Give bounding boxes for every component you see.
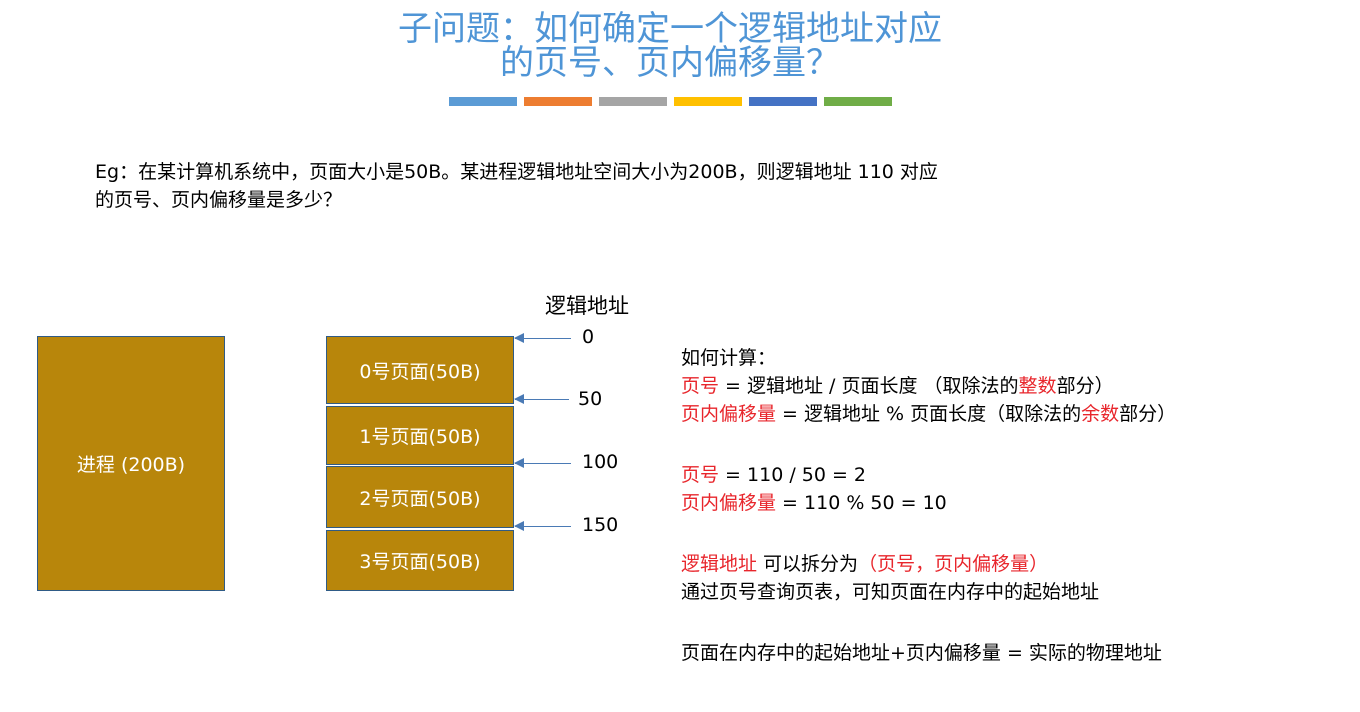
question-line-1: Eg：在某计算机系统中，页面大小是50B。某进程逻辑地址空间大小为200B，则逻… [95, 161, 938, 183]
address-tick-150: 150 [582, 514, 619, 536]
color-segment [524, 97, 592, 106]
calc-page-offset: 页内偏移量 = 110 % 50 = 10 [681, 489, 1176, 517]
title-color-bar [449, 97, 892, 106]
address-tick-50: 50 [578, 388, 603, 410]
explanation-heading: 如何计算： [681, 347, 777, 369]
color-segment [449, 97, 517, 106]
color-segment [599, 97, 667, 106]
term-page-offset: 页内偏移量 [681, 492, 777, 514]
formula-text: 部分） [1056, 375, 1114, 397]
color-segment [674, 97, 742, 106]
title-line-2: 的页号、页内偏移量？ [500, 43, 840, 83]
color-segment [824, 97, 892, 106]
physical-address-statement: 页面在内存中的起始地址+页内偏移量 = 实际的物理地址 [681, 642, 1162, 664]
term-integer: 整数 [1018, 375, 1057, 397]
formula-page-number: 页号 = 逻辑地址 / 页面长度 （取除法的整数部分） [681, 372, 1176, 400]
term-remainder: 余数 [1081, 403, 1120, 425]
arrow-left-icon [514, 521, 571, 531]
arrow-left-icon [514, 394, 569, 404]
process-box: 进程 (200B) [37, 336, 225, 591]
calculation-explanation: 如何计算： 页号 = 逻辑地址 / 页面长度 （取除法的整数部分） 页内偏移量 … [681, 344, 1176, 667]
title-line-1: 子问题：如何确定一个逻辑地址对应 [398, 9, 942, 49]
logical-address-label: 逻辑地址 [545, 294, 629, 318]
calc-text: = 110 % 50 = 10 [776, 492, 947, 514]
page-box-1: 1号页面(50B) [326, 406, 514, 465]
arrow-left-icon [514, 333, 571, 343]
statement-text: 可以拆分为 [757, 553, 859, 575]
slide-title: 子问题：如何确定一个逻辑地址对应 的页号、页内偏移量？ [0, 12, 1340, 80]
term-page-offset: 页内偏移量 [681, 403, 777, 425]
page-box-3: 3号页面(50B) [326, 530, 514, 591]
calc-text: = 110 / 50 = 2 [719, 464, 867, 486]
address-tick-100: 100 [582, 451, 619, 473]
formula-text: = 逻辑地址 % 页面长度（取除法的 [776, 403, 1082, 425]
split-statement: 逻辑地址 可以拆分为（页号，页内偏移量） [681, 550, 1176, 578]
color-segment [749, 97, 817, 106]
arrow-left-icon [514, 458, 571, 468]
formula-page-offset: 页内偏移量 = 逻辑地址 % 页面长度（取除法的余数部分） [681, 400, 1176, 428]
page-box-2: 2号页面(50B) [326, 466, 514, 528]
term-logical-address: 逻辑地址 [681, 553, 758, 575]
term-page-number: 页号 [681, 464, 720, 486]
question-line-2: 的页号、页内偏移量是多少？ [95, 189, 343, 211]
formula-text: 部分） [1119, 403, 1177, 425]
formula-text: = 逻辑地址 / 页面长度 （取除法的 [719, 375, 1019, 397]
page-box-0: 0号页面(50B) [326, 336, 514, 404]
page-table-statement: 通过页号查询页表，可知页面在内存中的起始地址 [681, 581, 1100, 603]
term-page-tuple: （页号，页内偏移量） [858, 553, 1049, 575]
example-question: Eg：在某计算机系统中，页面大小是50B。某进程逻辑地址空间大小为200B，则逻… [95, 158, 938, 214]
calc-page-number: 页号 = 110 / 50 = 2 [681, 461, 1176, 489]
term-page-number: 页号 [681, 375, 720, 397]
address-tick-0: 0 [582, 326, 595, 348]
